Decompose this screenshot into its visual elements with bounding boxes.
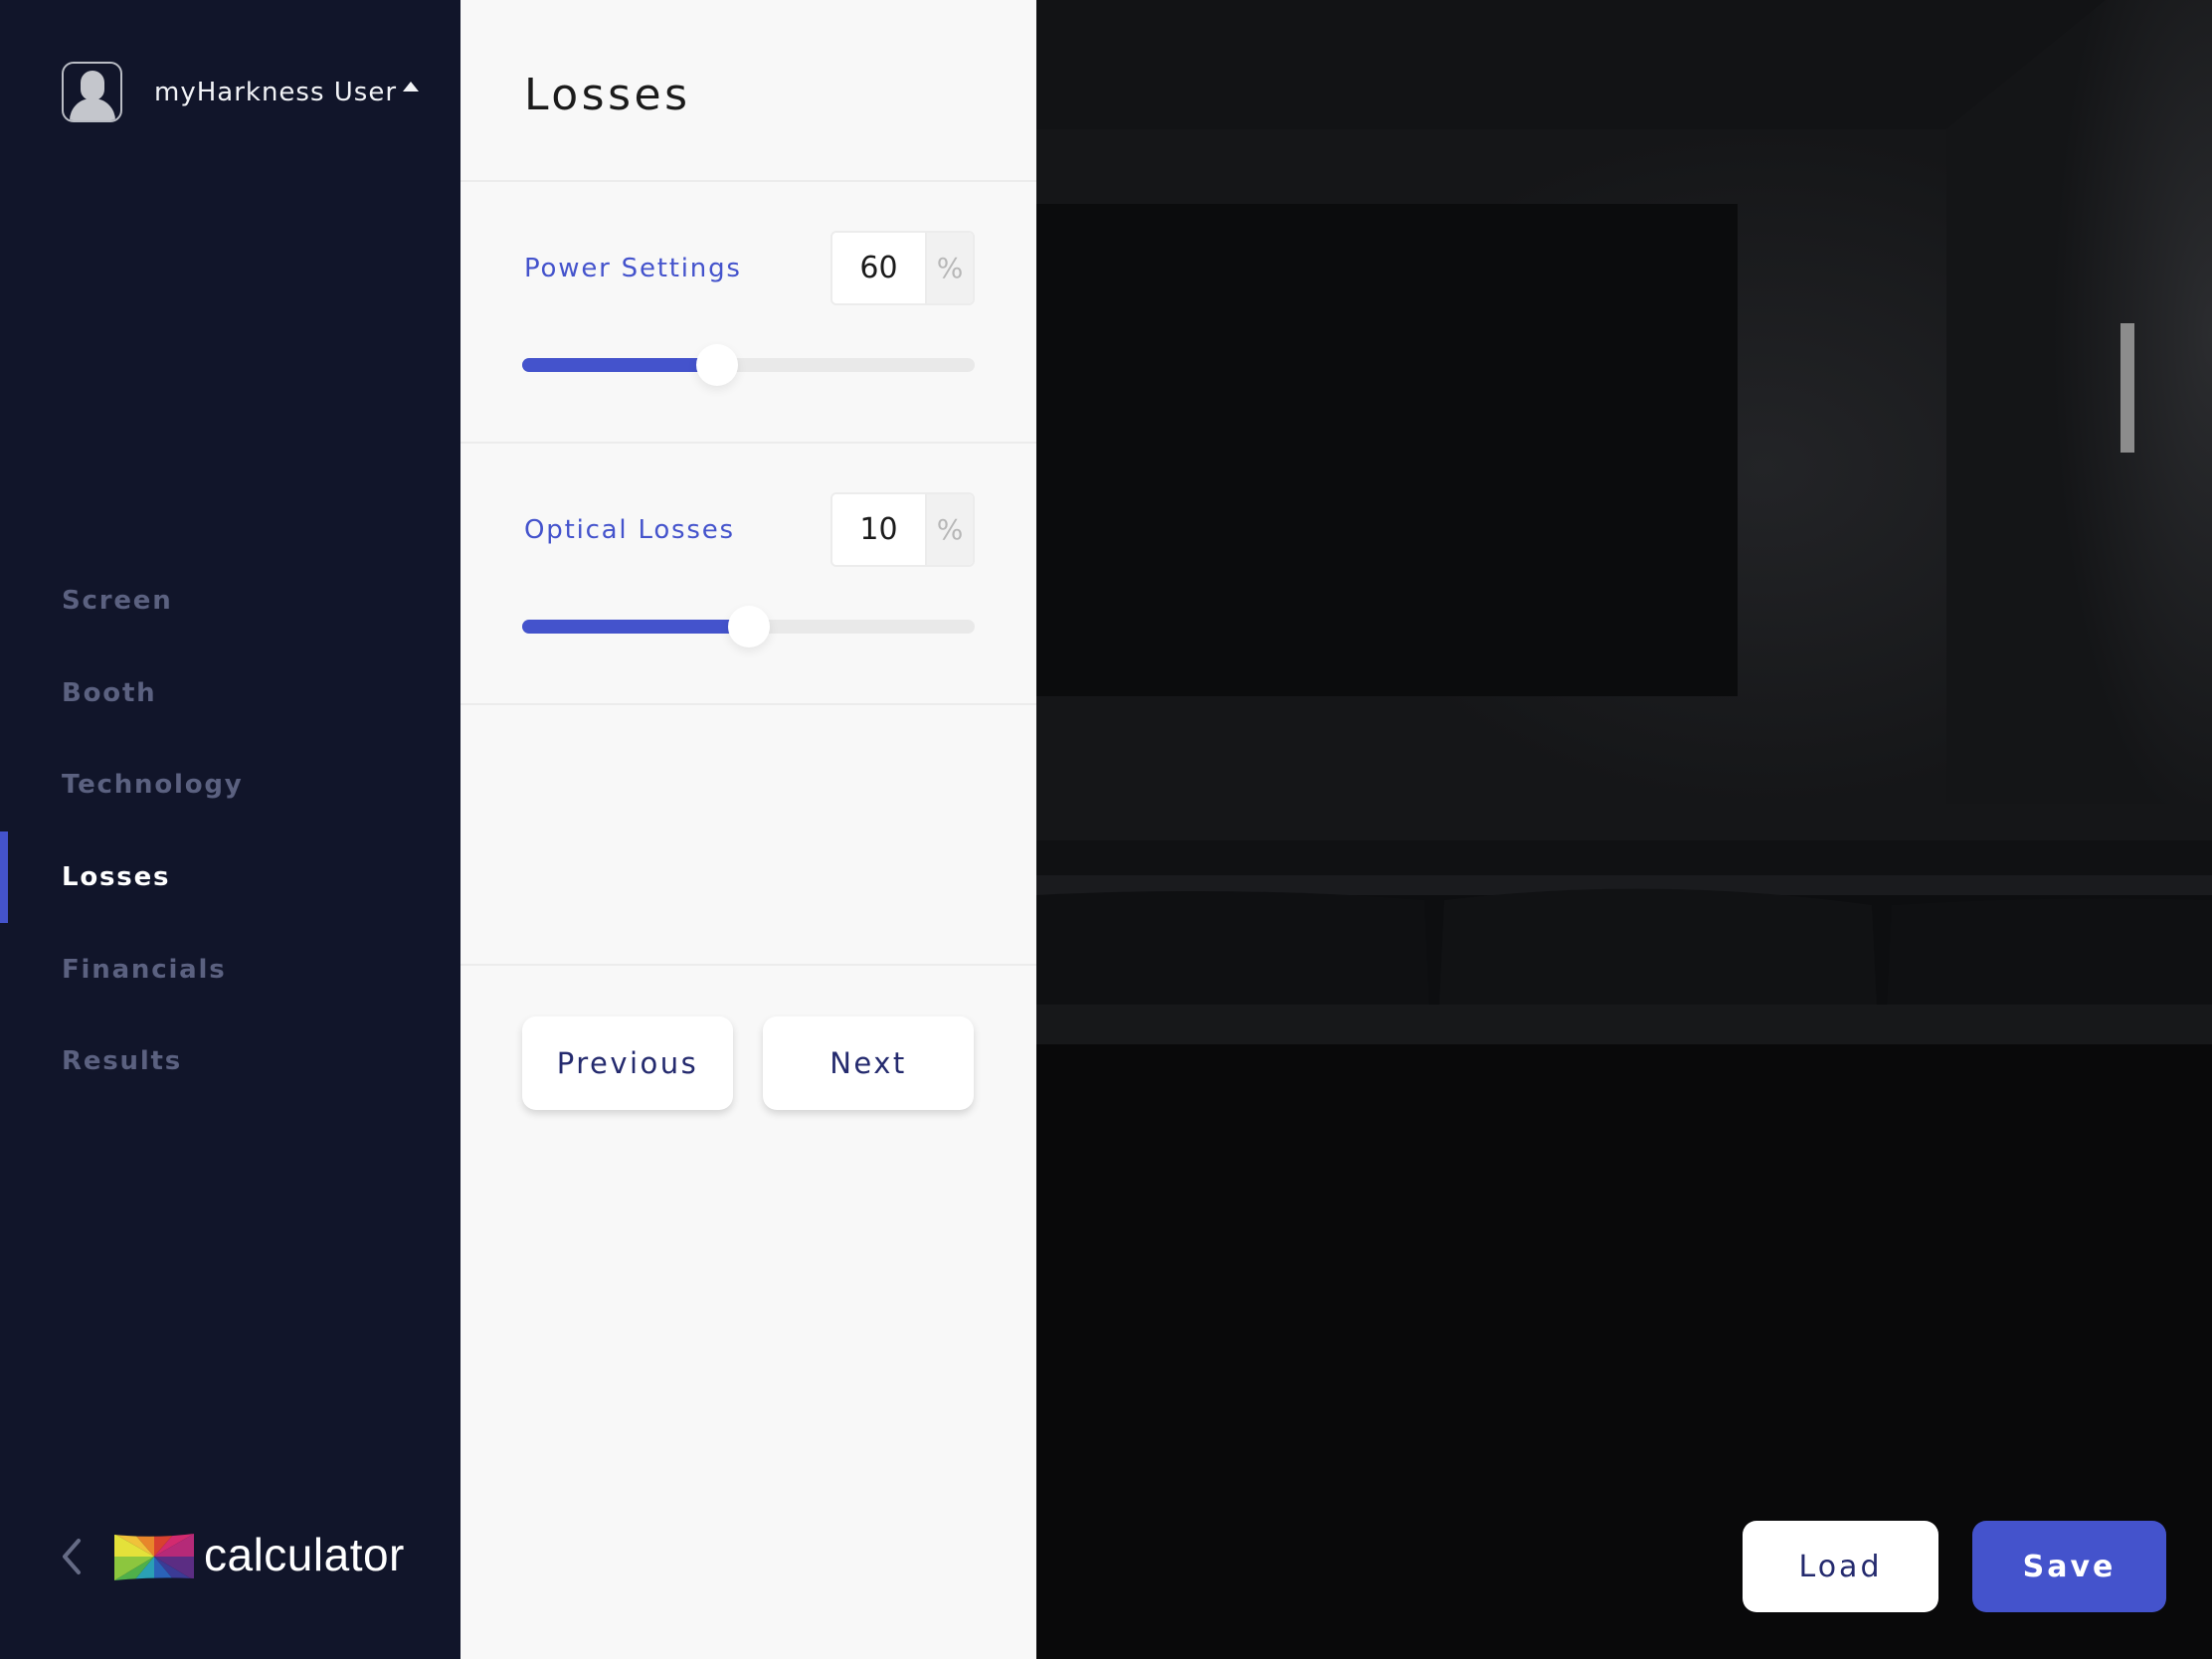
percent-unit: % [925,494,973,565]
sidebar-item-booth[interactable]: Booth [0,647,461,740]
percent-unit: % [925,233,973,303]
power-settings-input[interactable] [832,233,925,303]
brand-name: calculator [204,1529,405,1580]
sidebar-item-label: Financials [62,954,227,985]
previous-button[interactable]: Previous [522,1016,733,1110]
sidebar-item-label: Losses [62,862,171,893]
logo-icon [114,1533,194,1580]
save-button[interactable]: Save [1972,1521,2166,1612]
slider-thumb[interactable] [727,606,770,647]
user-avatar-icon [62,62,122,122]
divider [461,705,1036,966]
user-menu[interactable]: myHarkness User [62,62,420,122]
sidebar-item-label: Technology [62,770,244,801]
sidebar-item-technology[interactable]: Technology [0,739,461,831]
sidebar-item-losses[interactable]: Losses [0,830,461,924]
power-settings-slider[interactable] [522,344,975,386]
theater-render [1036,0,2212,1659]
step-nav: Screen Booth Technology Losses Financial… [0,555,461,1108]
sidebar-item-label: Results [62,1046,183,1077]
chevron-left-icon[interactable] [52,1527,92,1586]
sidebar-item-financials[interactable]: Financials [0,923,461,1015]
settings-panel: Losses Power Settings % Optical Losses %… [461,0,1036,1659]
load-button[interactable]: Load [1743,1521,1938,1612]
sidebar-item-label: Screen [62,586,173,617]
brand: calculator [52,1527,405,1586]
caret-up-icon [403,81,420,92]
page-title: Losses [524,70,691,120]
optical-losses-slider[interactable] [522,606,975,647]
power-settings-field: Power Settings % [461,182,1036,444]
optical-losses-input-group: % [830,492,975,567]
sidebar-item-label: Booth [62,677,157,708]
optical-losses-field: Optical Losses % [461,444,1036,705]
sidebar-item-results[interactable]: Results [0,1015,461,1108]
panel-header: Losses [461,0,1036,182]
user-name: myHarkness User [154,77,398,107]
sidebar: myHarkness User Screen Booth Technology … [0,0,461,1659]
slider-fill [522,620,749,634]
next-button[interactable]: Next [763,1016,974,1110]
theater-preview[interactable] [1036,0,2212,1659]
optical-losses-label: Optical Losses [524,515,735,545]
slider-thumb[interactable] [695,344,738,386]
slider-fill [522,358,717,372]
power-settings-label: Power Settings [524,254,742,283]
sidebar-item-screen[interactable]: Screen [0,555,461,647]
optical-losses-input[interactable] [832,494,925,565]
step-buttons: Previous Next [522,1016,974,1110]
file-actions: Load Save [1743,1521,2166,1612]
power-settings-input-group: % [830,231,975,305]
